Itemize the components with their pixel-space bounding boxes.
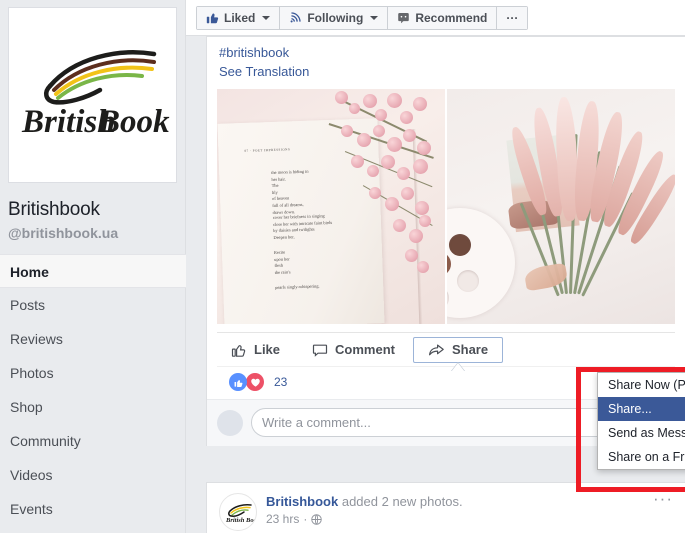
reaction-like-icon: [229, 373, 247, 391]
menu-item-share-on-friends-timeline[interactable]: Share on a Friend's Timeline: [598, 445, 685, 469]
post-message: #britishbook See Translation: [207, 37, 685, 81]
sidebar-item-events[interactable]: Events: [0, 492, 185, 526]
share-arrow-icon: [428, 342, 445, 358]
sidebar-item-home[interactable]: Home: [0, 254, 186, 288]
like-button[interactable]: Like: [217, 337, 294, 363]
page-username: @britishbook.ua: [8, 225, 119, 241]
sidebar-item-about[interactable]: About: [0, 526, 185, 533]
comment-button[interactable]: Comment: [298, 337, 409, 363]
menu-item-share-now-public[interactable]: Share Now (Public): [598, 373, 685, 397]
sidebar-item-videos[interactable]: Videos: [0, 458, 185, 492]
share-button[interactable]: Share: [412, 336, 504, 363]
following-button[interactable]: Following: [280, 6, 389, 29]
sidebar-item-shop[interactable]: Shop: [0, 390, 185, 424]
reaction-love-icon: [246, 373, 264, 391]
reaction-count: 23: [274, 375, 288, 389]
thumbs-up-icon: [206, 11, 219, 24]
avatar[interactable]: British Book: [219, 493, 257, 531]
sidebar-item-posts[interactable]: Posts: [0, 288, 185, 322]
thumbs-up-outline-icon: [231, 342, 247, 358]
post-author-name[interactable]: Britishbook: [266, 494, 338, 509]
globe-privacy-icon[interactable]: [311, 513, 323, 525]
page-action-toolbar: Liked Following Recommend ···: [186, 0, 685, 36]
menu-item-send-as-message[interactable]: Send as Message: [598, 421, 685, 445]
post-header: British Book Britishbook added 2 new pho…: [207, 483, 685, 533]
chevron-down-icon: [262, 15, 271, 20]
post-photo-book-poem[interactable]: 87 · POET IMPRESSIONS the moon is hiding…: [217, 89, 445, 324]
post-action-text: added 2 new photos.: [338, 494, 463, 509]
sidebar-item-community[interactable]: Community: [0, 424, 185, 458]
post-meta: 23 hrs ·: [266, 512, 463, 526]
book-page-header: 87 · POET IMPRESSIONS: [244, 147, 291, 153]
share-dropdown-menu: Share Now (Public) Share... Send as Mess…: [597, 372, 685, 470]
facebook-page-screen: British Book Britishbook @britishbook.ua…: [0, 0, 685, 533]
menu-item-share[interactable]: Share...: [598, 397, 685, 421]
post-photo-grid: 87 · POET IMPRESSIONS the moon is hiding…: [207, 89, 685, 324]
post-more-options-button[interactable]: ···: [653, 490, 673, 507]
comment-bubble-icon: [312, 342, 328, 358]
post-action-bar: Like Comment Share: [217, 332, 675, 366]
paint-palette: [447, 208, 515, 318]
speech-bubble-icon: [397, 11, 410, 24]
page-action-button-group: Liked Following Recommend ···: [196, 5, 529, 30]
share-button-label: Share: [451, 342, 489, 357]
recommend-button-label: Recommend: [415, 10, 488, 25]
main-column: Liked Following Recommend ··· #britishbo…: [186, 0, 685, 533]
recommend-button[interactable]: Recommend: [388, 6, 498, 29]
poem-stanza-1: the moon is hiding in her hair. The lily of …: [271, 168, 309, 215]
post-card-2: British Book Britishbook added 2 new pho…: [206, 482, 685, 533]
liked-button[interactable]: Liked: [197, 6, 281, 29]
poem-stanza-4: pearls singly-whispering.: [275, 283, 320, 290]
comment-input[interactable]: Write a comment...: [262, 415, 371, 430]
meta-separator: ·: [303, 512, 308, 526]
comment-button-label: Comment: [335, 342, 395, 357]
svg-text:British Book: British Book: [225, 517, 257, 524]
post-timestamp[interactable]: 23 hrs: [266, 512, 299, 526]
rss-following-icon: [289, 11, 302, 24]
post-header-text: Britishbook added 2 new photos. 23 hrs ·: [266, 493, 463, 526]
following-button-label: Following: [307, 10, 364, 25]
liked-button-label: Liked: [224, 10, 256, 25]
british-book-logo: British Book: [14, 40, 172, 150]
current-user-avatar: [217, 409, 243, 436]
sidebar-item-photos[interactable]: Photos: [0, 356, 185, 390]
page-profile-picture-card[interactable]: British Book: [8, 7, 177, 183]
page-sidebar: British Book Britishbook @britishbook.ua…: [0, 0, 186, 533]
post-photo-flower-bouquet[interactable]: [447, 89, 675, 324]
sidebar-item-reviews[interactable]: Reviews: [0, 322, 185, 356]
poem-stanza-3: Recite upon her flesh the rain's: [273, 249, 291, 275]
logo-text-book: Book: [97, 104, 170, 140]
page-title: Britishbook: [8, 199, 100, 220]
book-page: 87 · POET IMPRESSIONS the moon is hiding…: [217, 118, 385, 324]
poem-stanza-2: cover her briefness in singing close her …: [272, 213, 333, 240]
post-hashtag-link[interactable]: #britishbook: [219, 43, 673, 62]
sidebar-nav: Home Posts Reviews Photos Shop Community…: [0, 254, 186, 533]
more-options-button[interactable]: ···: [497, 6, 528, 29]
see-translation-link[interactable]: See Translation: [219, 62, 673, 81]
like-button-label: Like: [254, 342, 281, 357]
post-author-line: Britishbook added 2 new photos.: [266, 493, 463, 510]
chevron-down-icon: [370, 15, 379, 20]
